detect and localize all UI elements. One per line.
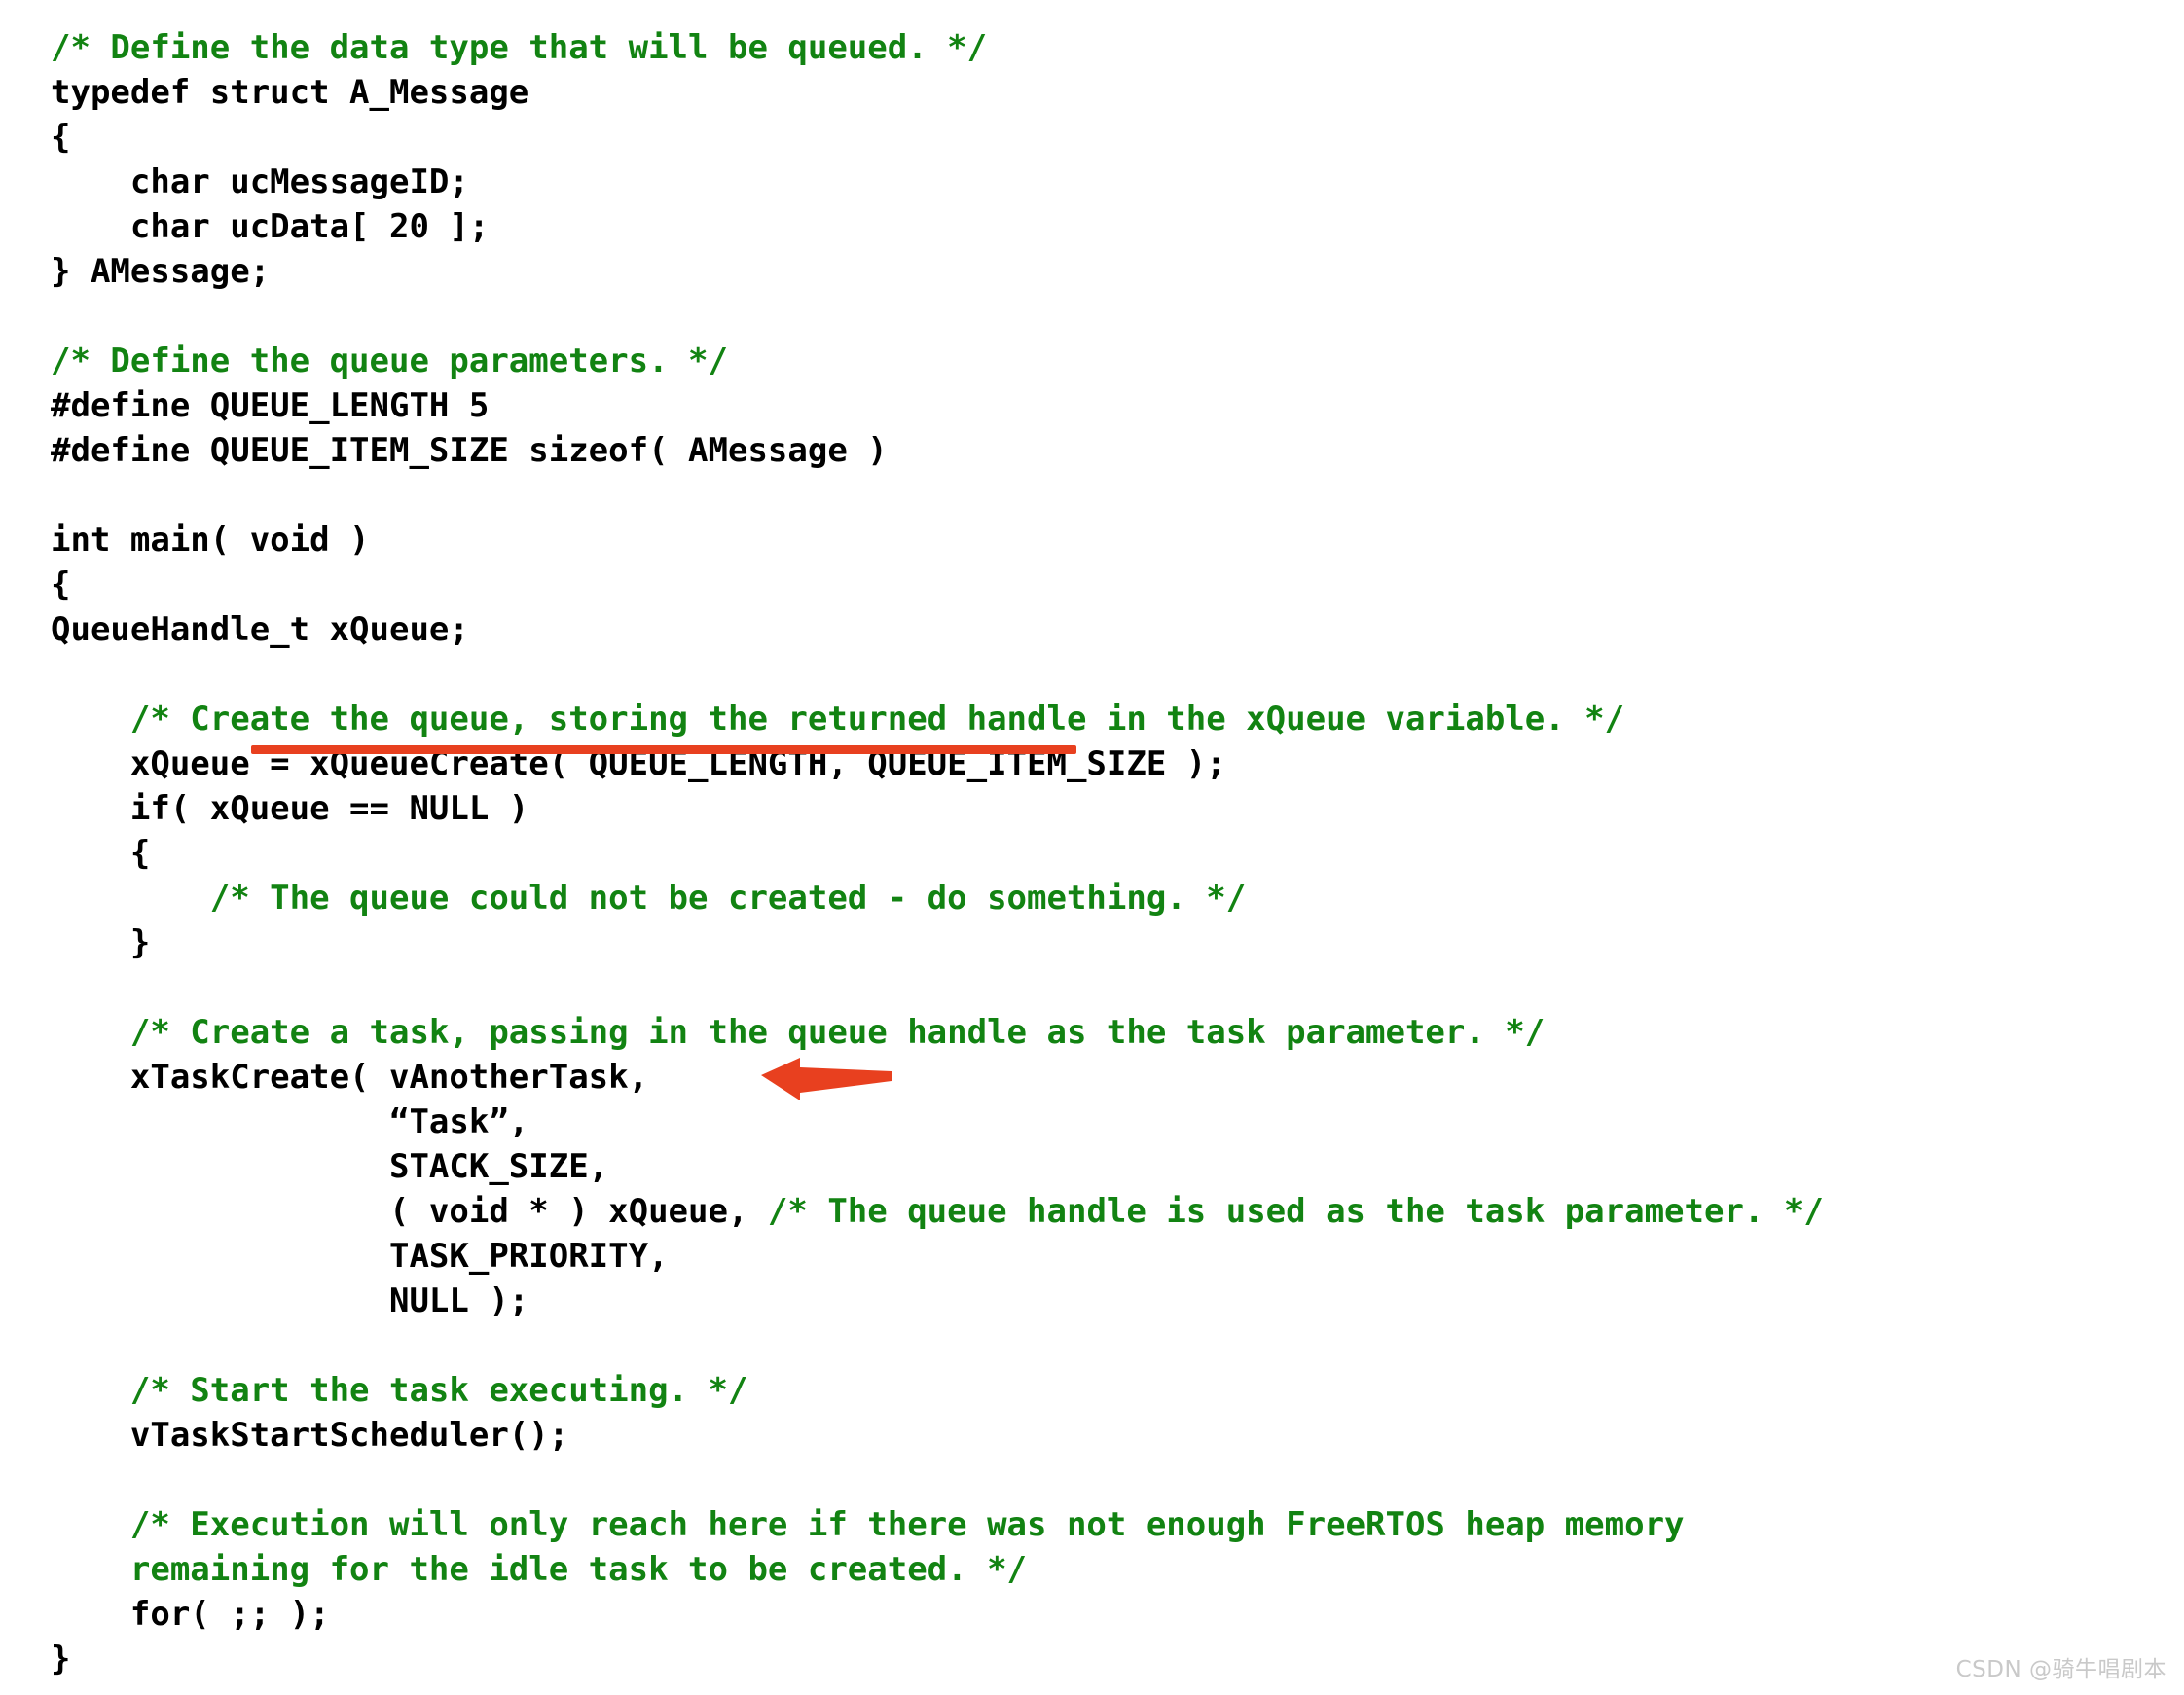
code-line: /* Execution will only reach here if the… <box>51 1502 2184 1547</box>
code-line: { <box>51 831 2184 876</box>
code-line: typedef struct A_Message <box>51 70 2184 115</box>
code-line: TASK_PRIORITY, <box>51 1234 2184 1279</box>
code-line: /* Define the data type that will be que… <box>51 25 2184 70</box>
code-token: int main( void ) <box>51 521 370 559</box>
code-comment: remaining for the idle task to be create… <box>51 1550 1028 1589</box>
code-comment: /* Create a task, passing in the queue h… <box>51 1013 1546 1052</box>
code-token: NULL ); <box>51 1281 529 1320</box>
code-token: if( xQueue == NULL ) <box>51 789 529 828</box>
code-token: STACK_SIZE, <box>51 1147 609 1186</box>
code-block: /* Define the data type that will be que… <box>0 0 2184 1695</box>
code-line: xTaskCreate( vAnotherTask, <box>51 1055 2184 1100</box>
code-token: { <box>51 118 71 157</box>
code-line: #define QUEUE_LENGTH 5 <box>51 383 2184 428</box>
red-underline-annotation <box>251 745 1076 754</box>
code-comment: /* Define the data type that will be que… <box>51 28 988 67</box>
code-line: vTaskStartScheduler(); <box>51 1413 2184 1458</box>
code-line: “Task”, <box>51 1100 2184 1144</box>
code-line: remaining for the idle task to be create… <box>51 1547 2184 1592</box>
code-line: { <box>51 115 2184 160</box>
code-line: STACK_SIZE, <box>51 1144 2184 1189</box>
code-token: for( ;; ); <box>51 1595 330 1634</box>
code-token: } <box>51 923 151 962</box>
code-line: ( void * ) xQueue, /* The queue handle i… <box>51 1189 2184 1234</box>
code-token: { <box>51 834 151 873</box>
code-token: typedef struct A_Message <box>51 73 529 112</box>
code-line: /* Define the queue parameters. */ <box>51 339 2184 383</box>
code-token: char ucMessageID; <box>51 162 469 201</box>
code-token: TASK_PRIORITY, <box>51 1237 669 1276</box>
red-arrow-annotation <box>757 1056 893 1102</box>
code-line: QueueHandle_t xQueue; <box>51 607 2184 652</box>
code-comment: /* Define the queue parameters. */ <box>51 342 728 380</box>
code-line: /* Create the queue, storing the returne… <box>51 697 2184 741</box>
csdn-watermark: CSDN @骑牛唱剧本 <box>1955 1657 2166 1682</box>
code-token: } <box>51 1640 71 1678</box>
code-token: ( void * ) xQueue, <box>51 1192 768 1231</box>
code-line: } <box>51 920 2184 965</box>
code-token: “Task”, <box>51 1102 529 1141</box>
code-token: char ucData[ 20 ]; <box>51 207 490 246</box>
code-line: /* Start the task executing. */ <box>51 1368 2184 1413</box>
code-line: { <box>51 562 2184 607</box>
code-comment: /* The queue could not be created - do s… <box>51 879 1247 918</box>
code-comment: /* Execution will only reach here if the… <box>51 1505 1685 1544</box>
code-comment: /* The queue handle is used as the task … <box>767 1192 1824 1231</box>
code-line: #define QUEUE_ITEM_SIZE sizeof( AMessage… <box>51 428 2184 473</box>
code-line: /* Create a task, passing in the queue h… <box>51 1010 2184 1055</box>
code-token: } AMessage; <box>51 252 271 291</box>
code-token: vTaskStartScheduler(); <box>51 1416 569 1455</box>
code-comment: /* Create the queue, storing the returne… <box>51 700 1625 739</box>
code-line: for( ;; ); <box>51 1592 2184 1637</box>
code-token: #define QUEUE_LENGTH 5 <box>51 386 490 425</box>
code-line: if( xQueue == NULL ) <box>51 786 2184 831</box>
code-line: int main( void ) <box>51 518 2184 562</box>
code-line: } AMessage; <box>51 249 2184 294</box>
code-line: /* The queue could not be created - do s… <box>51 876 2184 920</box>
code-line: char ucData[ 20 ]; <box>51 204 2184 249</box>
code-comment: /* Start the task executing. */ <box>51 1371 748 1410</box>
code-token: xTaskCreate( vAnotherTask, <box>51 1058 649 1097</box>
code-line: char ucMessageID; <box>51 160 2184 204</box>
left-arrow-icon <box>761 1058 892 1100</box>
code-token: { <box>51 565 71 604</box>
code-line: } <box>51 1637 2184 1681</box>
code-line: NULL ); <box>51 1279 2184 1323</box>
code-token: #define QUEUE_ITEM_SIZE sizeof( AMessage… <box>51 431 888 470</box>
code-token: QueueHandle_t xQueue; <box>51 610 469 649</box>
